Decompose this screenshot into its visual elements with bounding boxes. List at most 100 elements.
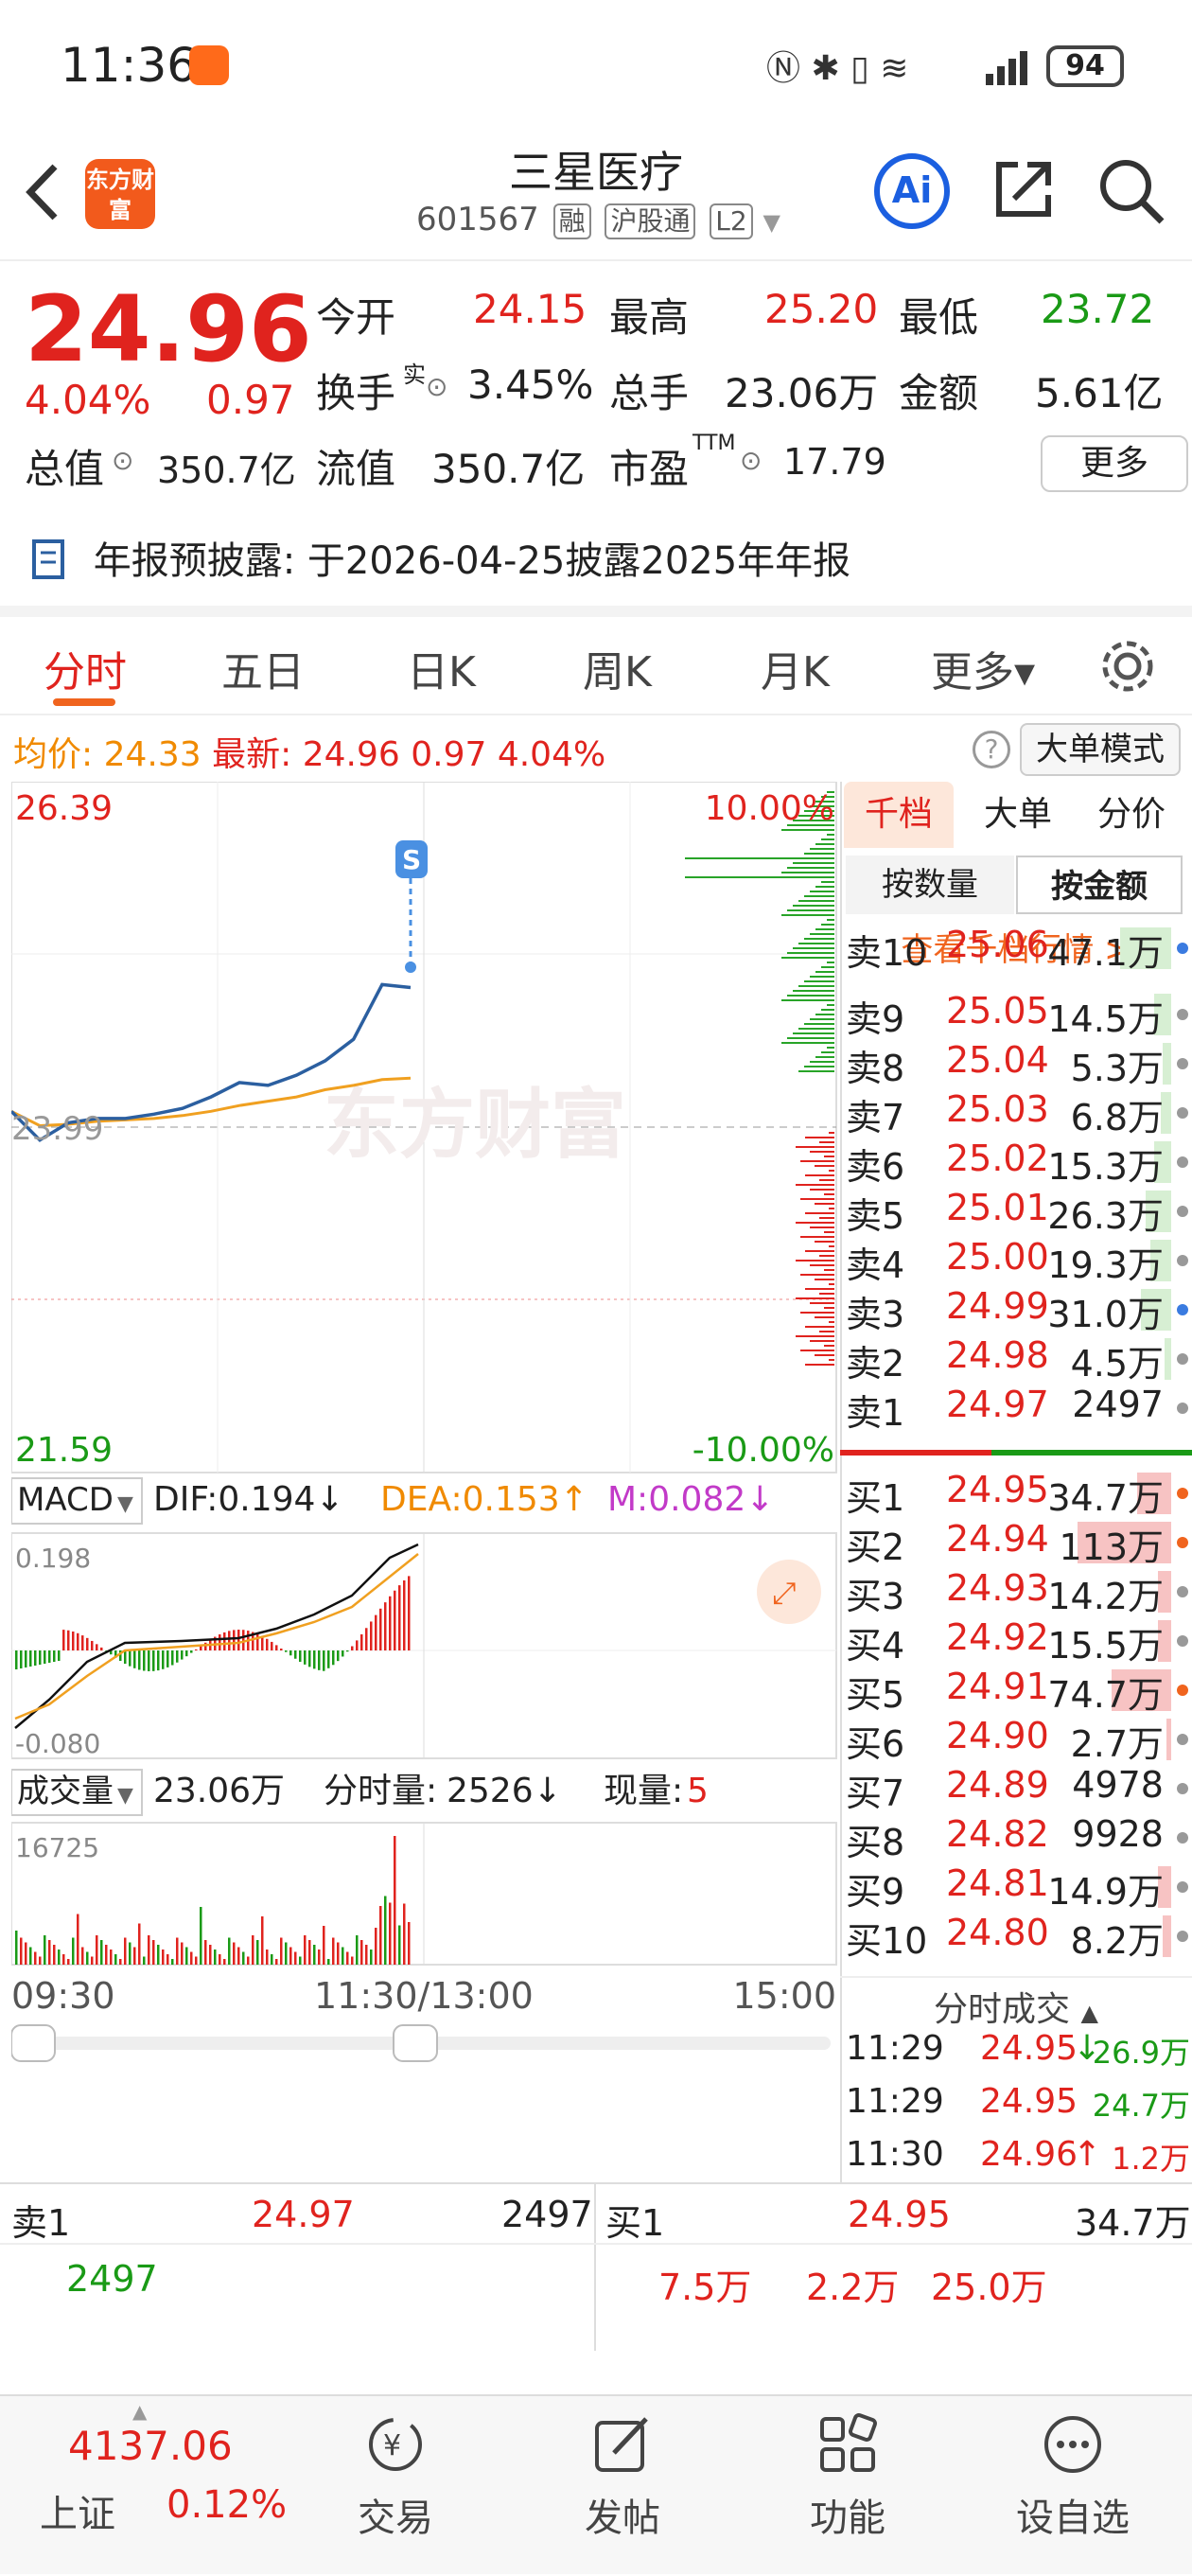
status-dot xyxy=(1177,1635,1188,1647)
caret-down-icon[interactable]: ▼ xyxy=(763,209,780,236)
macd-bar xyxy=(318,1650,321,1670)
tab-thousand-level[interactable]: 千档 xyxy=(844,782,954,848)
intraday-info: 均价: 24.33 最新: 24.96 0.97 4.04% xyxy=(13,727,605,776)
share-icon[interactable] xyxy=(990,155,1058,223)
volume-bar xyxy=(119,1959,122,1965)
buy-order-row[interactable]: 买3 24.93 14.2万 xyxy=(840,1567,1192,1617)
depth-bar-red xyxy=(796,1260,834,1262)
range-handle-left[interactable] xyxy=(11,2024,56,2062)
sell-order-row[interactable]: 卖3 24.99 31.0万 xyxy=(840,1285,1192,1335)
depth-bar-red xyxy=(829,1208,834,1209)
depth-bar-green xyxy=(804,853,834,855)
caret-up-icon: ▲ xyxy=(132,2400,148,2423)
nav-add-watchlist[interactable]: 设自选 xyxy=(1007,2411,1139,2542)
buy-order-volume: 9928 xyxy=(1072,1813,1164,1855)
buy-order-row[interactable]: 买2 24.94 113万 xyxy=(840,1518,1192,1568)
depth-bar-green xyxy=(781,999,834,1001)
sell-order-row[interactable]: 卖10 25.06 47.1万 xyxy=(840,924,1192,974)
sell-order-row[interactable]: 卖8 25.04 5.3万 xyxy=(840,1039,1192,1089)
volume-bar xyxy=(398,1925,401,1965)
buy-order-row[interactable]: 买10 24.80 8.2万 xyxy=(840,1912,1192,1962)
depth-bar-green xyxy=(804,895,834,897)
macd-bar xyxy=(375,1614,377,1650)
tick-row: 11:30 24.96 ↑ 1.2万 xyxy=(840,2135,1192,2184)
depth-bar-green xyxy=(815,971,834,973)
depth-bar-green xyxy=(804,938,834,940)
buy-order-label: 买4 xyxy=(846,1625,905,1667)
buy-order-row[interactable]: 买4 24.92 15.5万 xyxy=(840,1616,1192,1667)
macd-bar xyxy=(256,1633,259,1650)
seg-by-amount[interactable]: 按金额 xyxy=(1016,856,1183,914)
tab-monthly-k[interactable]: 月K xyxy=(761,638,830,698)
nav-trade[interactable]: ¥ 交易 xyxy=(329,2411,462,2542)
volume-bar xyxy=(271,1954,273,1965)
seg-by-quantity[interactable]: 按数量 xyxy=(846,856,1014,914)
depth-bar-green xyxy=(781,872,834,873)
tab-five-day[interactable]: 五日 xyxy=(221,638,305,698)
intraday-chart[interactable]: 东方财富 S 26.39 21.59 10.00% -10.00% 23.99 … xyxy=(11,782,838,2144)
status-dot xyxy=(1177,1058,1188,1069)
nav-functions[interactable]: 功能 xyxy=(781,2411,914,2542)
macd-bar xyxy=(313,1650,316,1669)
caret-up-icon: ▲ xyxy=(1080,2000,1098,2026)
tab-weekly-k[interactable]: 周K xyxy=(583,638,652,698)
tab-big-order[interactable]: 大单 xyxy=(963,782,1073,848)
annual-report-notice[interactable]: 年报预披露: 于2026-04-25披露2025年年报 xyxy=(28,530,850,585)
sell-order-row[interactable]: 卖7 25.03 6.8万 xyxy=(840,1088,1192,1138)
macd-bottom-label: -0.080 xyxy=(15,1728,100,1759)
index-widget[interactable]: ▲ 4137.06 上证 0.12% xyxy=(0,2396,287,2576)
pe-value: 17.79 xyxy=(783,441,886,483)
stock-code-row: 601567 融 沪股通 L2 ▼ xyxy=(416,201,780,239)
depth-bar-red xyxy=(819,1293,834,1295)
depth-bar-red xyxy=(805,1137,834,1138)
sell-order-volume: 4.5万 xyxy=(1070,1343,1164,1385)
depth-bar-green xyxy=(821,1051,834,1053)
ticks-title[interactable]: 分时成交 ▲ xyxy=(840,1976,1192,2031)
buy-order-label: 买10 xyxy=(846,1920,928,1962)
info-icon[interactable]: ⊙ xyxy=(112,445,133,476)
ai-button[interactable]: Ai xyxy=(874,153,950,229)
sell-order-row[interactable]: 卖5 25.01 26.3万 xyxy=(840,1187,1192,1237)
depth-bar-green xyxy=(781,957,834,959)
bottom-nav: ▲ 4137.06 上证 0.12% ¥ 交易 发帖 功能 设自选 xyxy=(0,2394,1192,2574)
macd-bar xyxy=(157,1650,160,1671)
status-dot xyxy=(1177,1353,1188,1365)
big-order-mode-button[interactable]: 大单模式 xyxy=(1020,723,1181,776)
settings-gear-icon[interactable] xyxy=(1097,636,1158,697)
range-handle-right[interactable] xyxy=(393,2024,438,2062)
macd-bar xyxy=(96,1644,98,1650)
status-dot xyxy=(1177,1156,1188,1168)
buy-order-row[interactable]: 买8 24.82 9928 xyxy=(840,1813,1192,1863)
sell-order-row[interactable]: 卖1 24.97 2497 xyxy=(840,1384,1192,1434)
buy-order-row[interactable]: 买1 24.95 34.7万 xyxy=(840,1469,1192,1519)
info-icon[interactable]: ⊙ xyxy=(740,445,762,476)
buy-order-row[interactable]: 买7 24.89 4978 xyxy=(840,1764,1192,1814)
sell-order-volume: 6.8万 xyxy=(1070,1097,1164,1138)
buy-order-label: 买2 xyxy=(846,1526,905,1568)
tab-daily-k[interactable]: 日K xyxy=(407,638,476,698)
watermark: 东方财富 xyxy=(324,1081,626,1169)
sell-order-row[interactable]: 卖6 25.02 15.3万 xyxy=(840,1138,1192,1188)
info-icon[interactable]: ⊙ xyxy=(426,371,447,402)
tab-more[interactable]: 更多▾ xyxy=(931,638,1035,698)
sell-order-price: 24.98 xyxy=(946,1334,1049,1376)
sell-order-row[interactable]: 卖4 25.00 19.3万 xyxy=(840,1236,1192,1286)
nav-post[interactable]: 发帖 xyxy=(556,2411,689,2542)
depth-bar-green xyxy=(804,1023,834,1025)
bottom-sell-price: 24.97 xyxy=(252,2194,355,2235)
tab-price-dist[interactable]: 分价 xyxy=(1077,782,1186,848)
status-dot xyxy=(1177,943,1188,954)
tab-intraday[interactable]: 分时 xyxy=(44,638,127,698)
sell-order-row[interactable]: 卖9 25.05 14.5万 xyxy=(840,990,1192,1040)
volume-bar xyxy=(252,1935,254,1965)
buy-order-row[interactable]: 买5 24.91 74.7万 xyxy=(840,1666,1192,1716)
more-button[interactable]: 更多 xyxy=(1041,435,1188,492)
search-icon[interactable] xyxy=(1096,155,1167,227)
buy-order-row[interactable]: 买9 24.81 14.9万 xyxy=(840,1862,1192,1913)
buy-order-row[interactable]: 买6 24.90 2.7万 xyxy=(840,1715,1192,1765)
sell-order-row[interactable]: 卖2 24.98 4.5万 xyxy=(840,1334,1192,1385)
help-icon[interactable]: ? xyxy=(973,731,1010,768)
high-value: 25.20 xyxy=(764,286,879,332)
volume-bar xyxy=(114,1954,117,1965)
macd-bar xyxy=(162,1650,165,1669)
